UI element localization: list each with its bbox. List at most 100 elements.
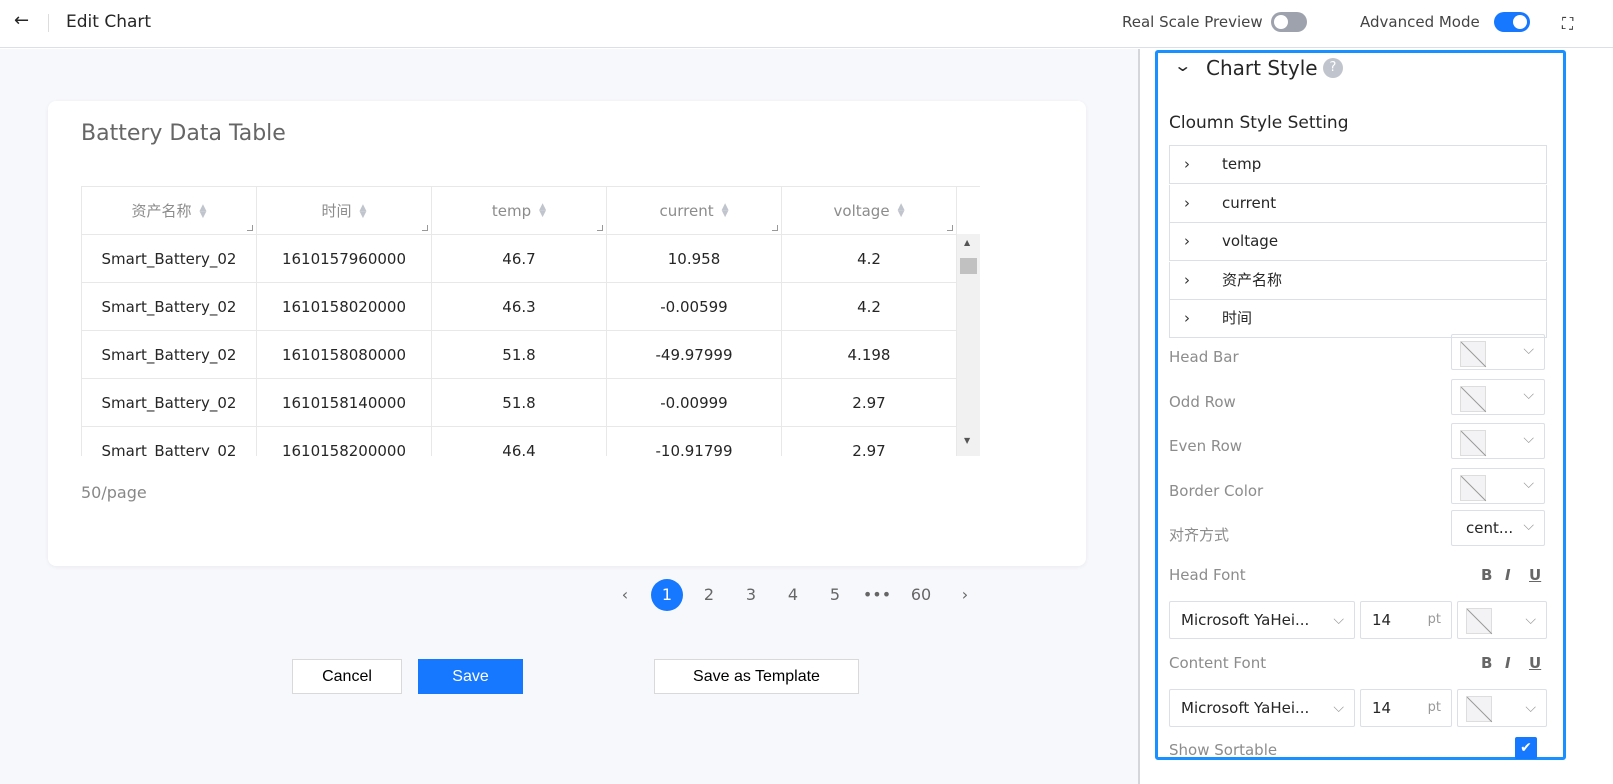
help-icon[interactable]: ? [1323,58,1343,78]
cancel-button[interactable]: Cancel [292,659,402,694]
table-cell: 1610158140000 [256,378,432,427]
resize-handle[interactable] [422,225,428,231]
page-5[interactable]: ••• [861,579,893,611]
content-font-label: Content Font [1169,654,1267,672]
chevron-down-icon: ⌵ [1523,431,1534,447]
fullscreen-icon[interactable]: ⛶ [1562,14,1573,34]
color-picker[interactable]: ⌵ [1451,423,1545,459]
column-header[interactable]: 时间 ▲ ▼ [256,186,432,235]
style-i-button[interactable]: I [1505,566,1511,584]
column-header[interactable]: voltage ▲ ▼ [781,186,957,235]
chevron-down-icon: ⌵ [1523,475,1534,492]
advanced-mode-toggle[interactable] [1494,12,1530,32]
back-arrow-icon[interactable]: ← [14,10,29,31]
style-u-button[interactable]: U [1529,566,1541,584]
color-picker[interactable]: ⌵ [1451,378,1545,415]
style-b-button[interactable]: B [1481,566,1492,584]
show-sortable-checkbox[interactable]: ✔ [1515,737,1537,759]
resize-handle[interactable] [772,225,778,231]
table-cell: Smart_Battery_02 [81,330,257,379]
resize-handle[interactable] [947,225,953,231]
resize-handle[interactable] [247,225,253,231]
color-picker[interactable]: ⌵ [1451,334,1545,370]
panel-divider[interactable] [1138,49,1140,784]
font-family-select[interactable]: Microsoft YaHei... ⌵ [1169,601,1355,639]
column-setting-item[interactable]: › current [1169,184,1547,223]
table-cell: 2.97 [781,426,957,456]
table-cell: 46.7 [431,234,607,283]
table-cell: 2.97 [781,378,957,427]
color-swatch-icon [1466,608,1492,634]
table-cell: Smart_Battery_02 [81,378,257,427]
sort-icon[interactable]: ▲ ▼ [200,203,207,219]
align-select[interactable]: cent... ⌵ [1451,510,1545,546]
scrollbar-thumb[interactable] [960,258,977,274]
page-2[interactable]: 3 [735,579,767,611]
prev-page-icon[interactable]: ‹ [609,579,641,611]
table-row: Smart_Battery_02 1610158020000 46.3 -0.0059… [81,282,957,331]
table-cell: Smart_Battery_02 [81,234,257,283]
table-cell: 51.8 [431,378,607,427]
chevron-down-icon: ⌵ [1523,386,1534,403]
sort-icon[interactable]: ▲ ▼ [539,203,546,219]
divider [48,14,49,32]
table-row: Smart_Battery_02 1610157960000 46.7 10.958 4… [81,234,957,283]
real-scale-label: Real Scale Preview [1122,13,1263,31]
section-title[interactable]: Chart Style [1206,56,1318,80]
table-cell: Smart_Battery_02 [81,282,257,331]
page-6[interactable]: 60 [905,579,937,611]
chevron-down-icon: ⌵ [1333,700,1344,716]
font-color-picker[interactable]: ⌵ [1457,601,1547,639]
table-cell: 1610158020000 [256,282,432,331]
real-scale-toggle[interactable] [1271,12,1307,32]
color-swatch-icon [1466,696,1492,722]
column-setting-title: Cloumn Style Setting [1169,113,1349,133]
color-setting-label: Odd Row [1169,392,1236,411]
resize-handle[interactable] [597,225,603,231]
style-u-button[interactable]: U [1529,654,1541,672]
save-button[interactable]: Save [418,659,523,694]
sort-icon[interactable]: ▲ ▼ [898,203,905,219]
color-picker[interactable]: ⌵ [1451,467,1545,504]
page-1[interactable]: 2 [693,579,725,611]
font-color-picker[interactable]: ⌵ [1457,689,1547,727]
page-4[interactable]: 5 [819,579,851,611]
column-setting-item[interactable]: › voltage [1169,223,1547,261]
column-header[interactable]: 资产名称 ▲ ▼ [81,186,257,235]
table-cell: 51.8 [431,330,607,379]
table-row: Smart_Battery_02 1610158200000 46.4 -10.917… [81,426,957,456]
column-setting-item[interactable]: › 时间 [1169,300,1547,338]
page-size[interactable]: 50/page [81,483,147,502]
table-cell: 46.3 [431,282,607,331]
sort-icon[interactable]: ▲ ▼ [360,203,367,219]
chevron-down-icon: ⌵ [1333,612,1344,628]
column-setting-item[interactable]: › temp [1169,146,1547,184]
column-setting-item[interactable]: › 资产名称 [1169,261,1547,300]
page-3[interactable]: 4 [777,579,809,611]
head-font-label: Head Font [1169,566,1246,584]
color-swatch-icon [1460,474,1486,501]
style-i-button[interactable]: I [1505,654,1511,672]
table-row: Smart_Battery_02 1610158140000 51.8 -0.0099… [81,378,957,427]
table-cell: Smart_Battery_02 [81,426,257,456]
chevron-down-icon: ⌵ [1525,612,1536,628]
collapse-chevron-icon[interactable]: ⌄ [1173,56,1192,75]
show-sortable-label: Show Sortable [1169,741,1278,759]
column-header[interactable]: temp ▲ ▼ [431,186,607,235]
style-b-button[interactable]: B [1481,654,1492,672]
chevron-down-icon: ⌵ [1523,342,1534,358]
column-header[interactable]: current ▲ ▼ [606,186,782,235]
color-swatch-icon [1460,385,1486,412]
top-bar: ← Edit Chart Real Scale Preview Advanced… [0,0,1613,48]
font-size-input[interactable]: 14 pt [1360,689,1452,727]
save-as-template-button[interactable]: Save as Template [654,659,859,694]
page-0[interactable]: 1 [651,579,683,611]
font-size-input[interactable]: 14 pt [1360,601,1452,639]
sort-icon[interactable]: ▲ ▼ [722,203,729,219]
chevron-right-icon: › [1184,270,1190,289]
font-family-select[interactable]: Microsoft YaHei... ⌵ [1169,689,1355,727]
next-page-icon[interactable]: › [949,579,981,611]
color-setting-label: Even Row [1169,437,1243,455]
table-scrollbar[interactable]: ▲ ▼ [957,234,980,456]
table-cell: 46.4 [431,426,607,456]
